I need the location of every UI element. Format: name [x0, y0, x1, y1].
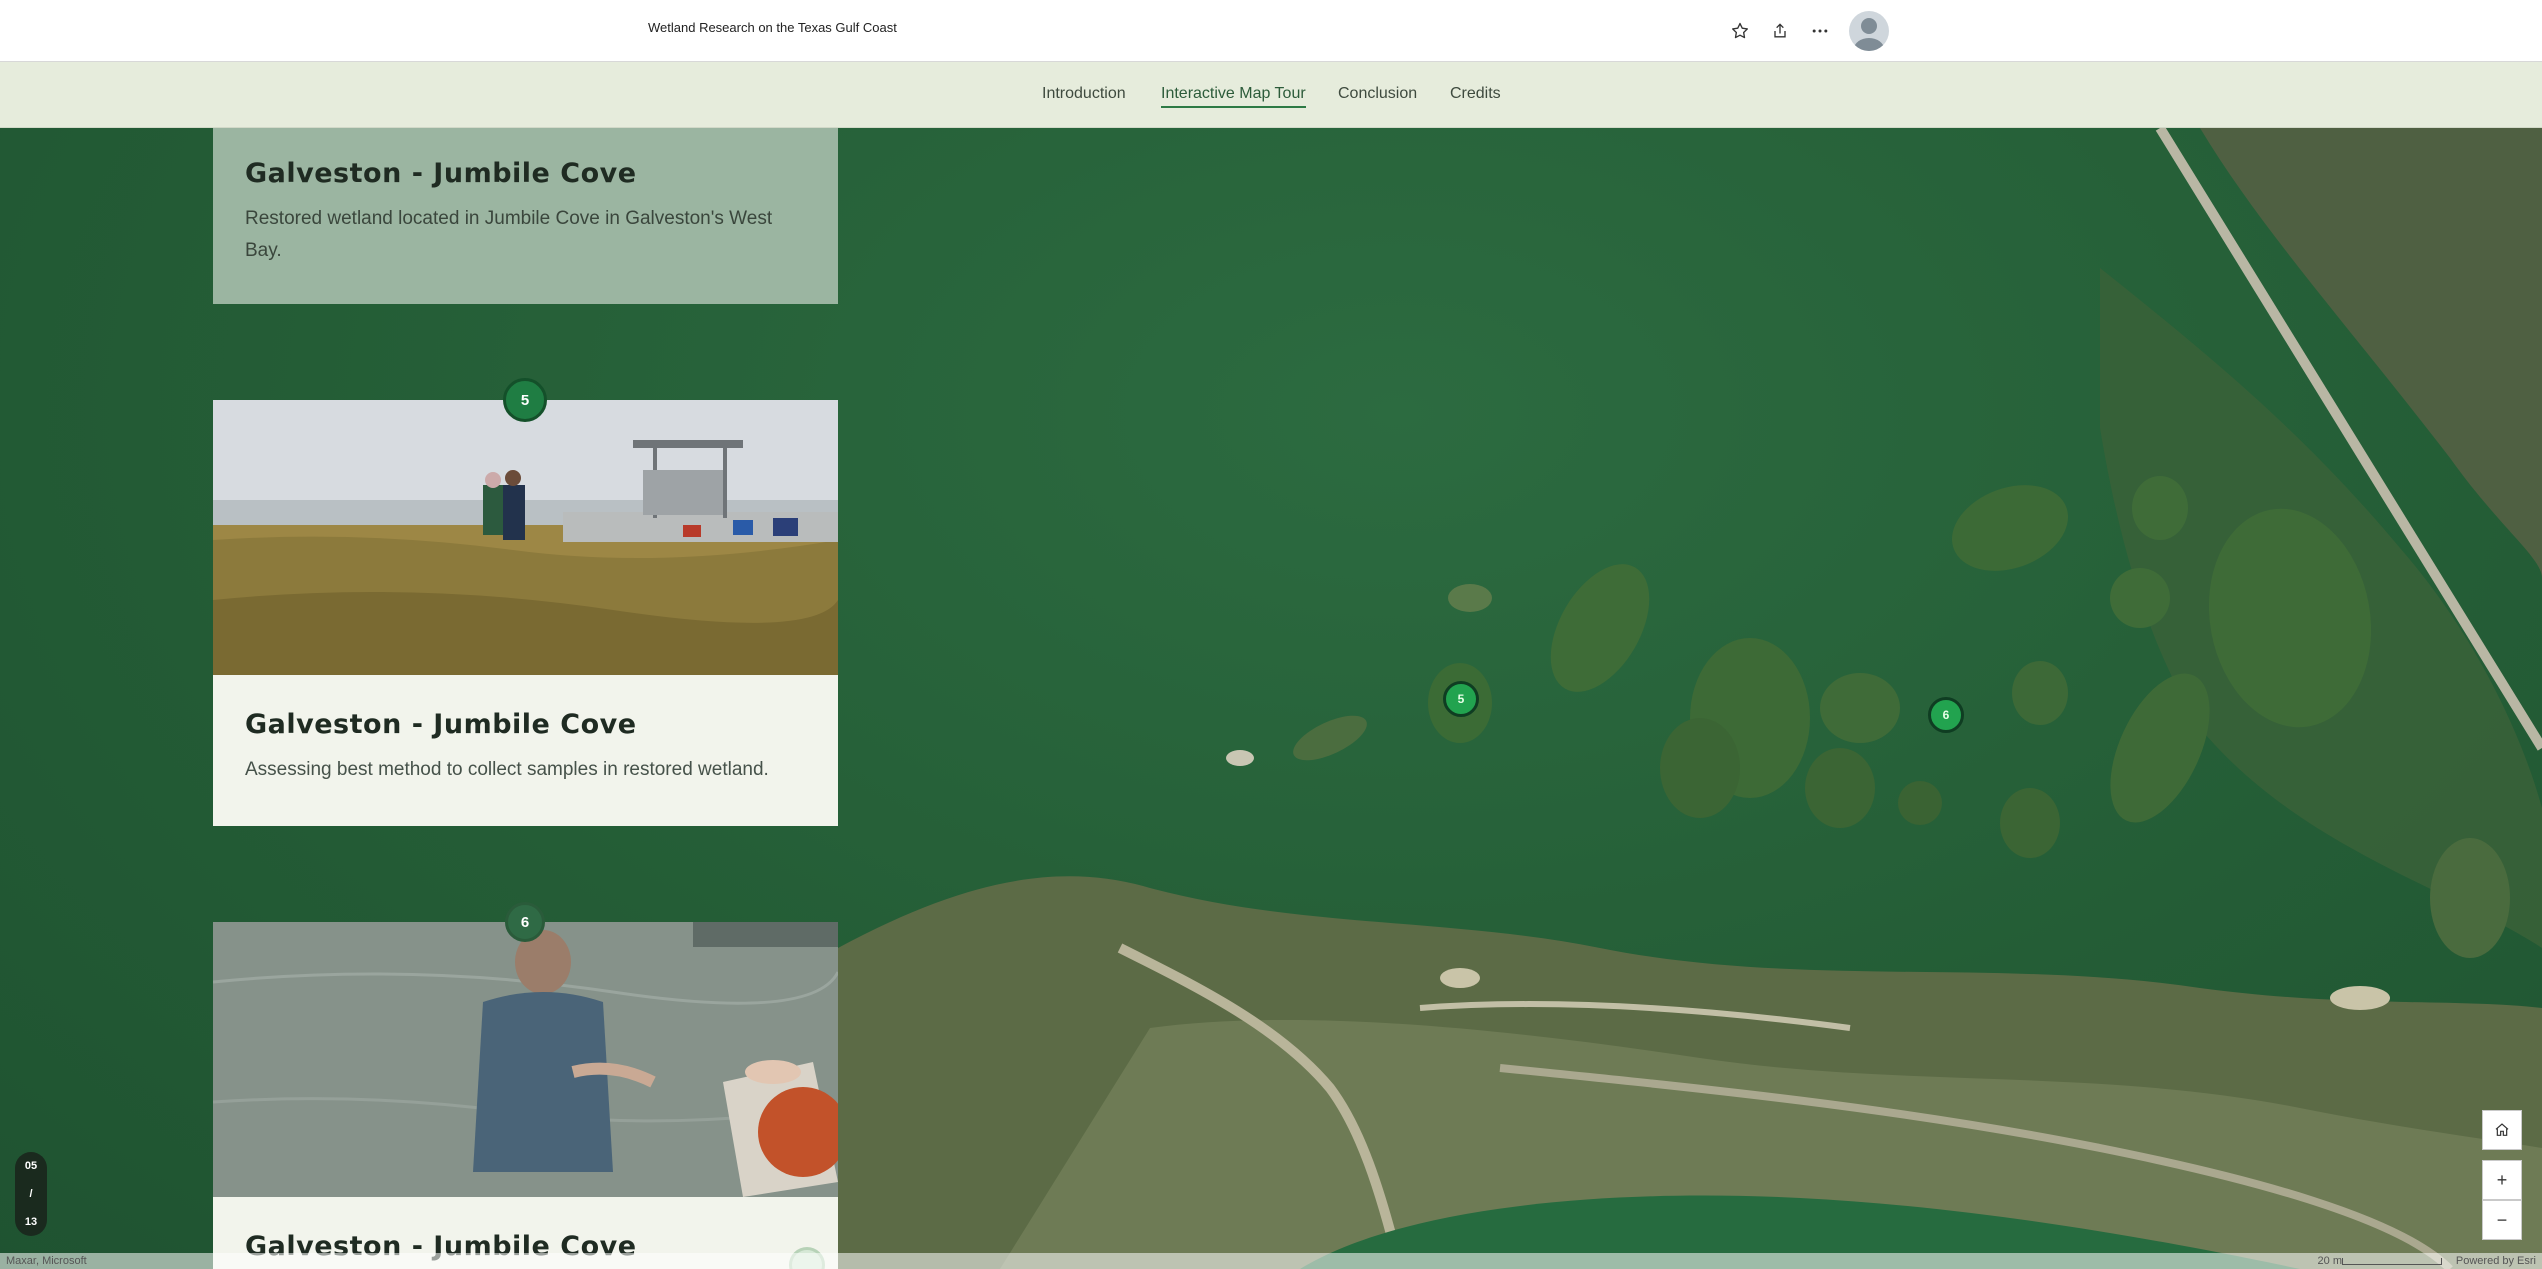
slide-counter-separator: /	[29, 1188, 33, 1200]
nav-credits[interactable]: Credits	[1450, 85, 1501, 103]
nav-interactive-map-tour[interactable]: Interactive Map Tour	[1161, 85, 1306, 108]
powered-by[interactable]: Powered by Esri	[2456, 1255, 2536, 1267]
slide-counter-current: 05	[24, 1160, 38, 1172]
card-photo	[213, 922, 838, 1197]
zoom-out-button[interactable]: −	[2482, 1200, 2522, 1240]
zoom-in-button[interactable]: +	[2482, 1160, 2522, 1200]
user-avatar-icon	[1854, 18, 1884, 51]
story-header: Wetland Research on the Texas Gulf Coast	[0, 0, 2542, 62]
slide-counter-total: 13	[24, 1216, 38, 1228]
map-marker-6[interactable]: 6	[1928, 697, 1964, 733]
card-number-badge: 6	[505, 902, 545, 942]
card-title: Galveston - Jumbile Cove	[245, 158, 637, 189]
tour-card-5[interactable]: 5 Galveston - Jumbile Cove Assessing bes…	[213, 378, 838, 826]
story-title: Wetland Research on the Texas Gulf Coast	[648, 20, 897, 35]
card-photo	[213, 400, 838, 675]
map-scale-label: 20 m	[2317, 1255, 2342, 1267]
story-navigation: Introduction Interactive Map Tour Conclu…	[0, 62, 2542, 128]
photo-researcher-water	[213, 922, 838, 1197]
tour-card-4[interactable]: Galveston - Jumbile Cove Restored wetlan…	[213, 128, 838, 304]
nav-conclusion[interactable]: Conclusion	[1338, 85, 1417, 103]
card-title: Galveston - Jumbile Cove	[245, 709, 637, 740]
card-description: Assessing best method to collect samples…	[245, 759, 769, 780]
slide-counter: 05 / 13	[15, 1152, 47, 1236]
map-attribution-bar: Maxar, Microsoft 20 m Powered by Esri	[0, 1253, 2542, 1269]
star-icon	[1732, 22, 1748, 39]
map-attribution: Maxar, Microsoft	[6, 1255, 87, 1267]
more-icon	[1812, 29, 1828, 33]
map-home-button[interactable]	[2482, 1110, 2522, 1150]
map-marker-5[interactable]: 5	[1443, 681, 1479, 717]
map-scale-bar	[2342, 1258, 2442, 1265]
home-icon	[2495, 1123, 2509, 1136]
share-button[interactable]	[1765, 16, 1795, 46]
nav-introduction[interactable]: Introduction	[1042, 85, 1126, 103]
more-options-button[interactable]	[1805, 16, 1835, 46]
user-avatar[interactable]	[1849, 11, 1889, 51]
photo-marsh-boat	[213, 400, 838, 675]
card-description: Restored wetland located in Jumbile Cove…	[245, 208, 773, 261]
share-icon	[1774, 23, 1786, 38]
card-number-badge: 5	[503, 378, 547, 422]
favorite-button[interactable]	[1725, 16, 1755, 46]
tour-card-6[interactable]: 6 Galveston - Jumbile Cove	[213, 902, 838, 1269]
